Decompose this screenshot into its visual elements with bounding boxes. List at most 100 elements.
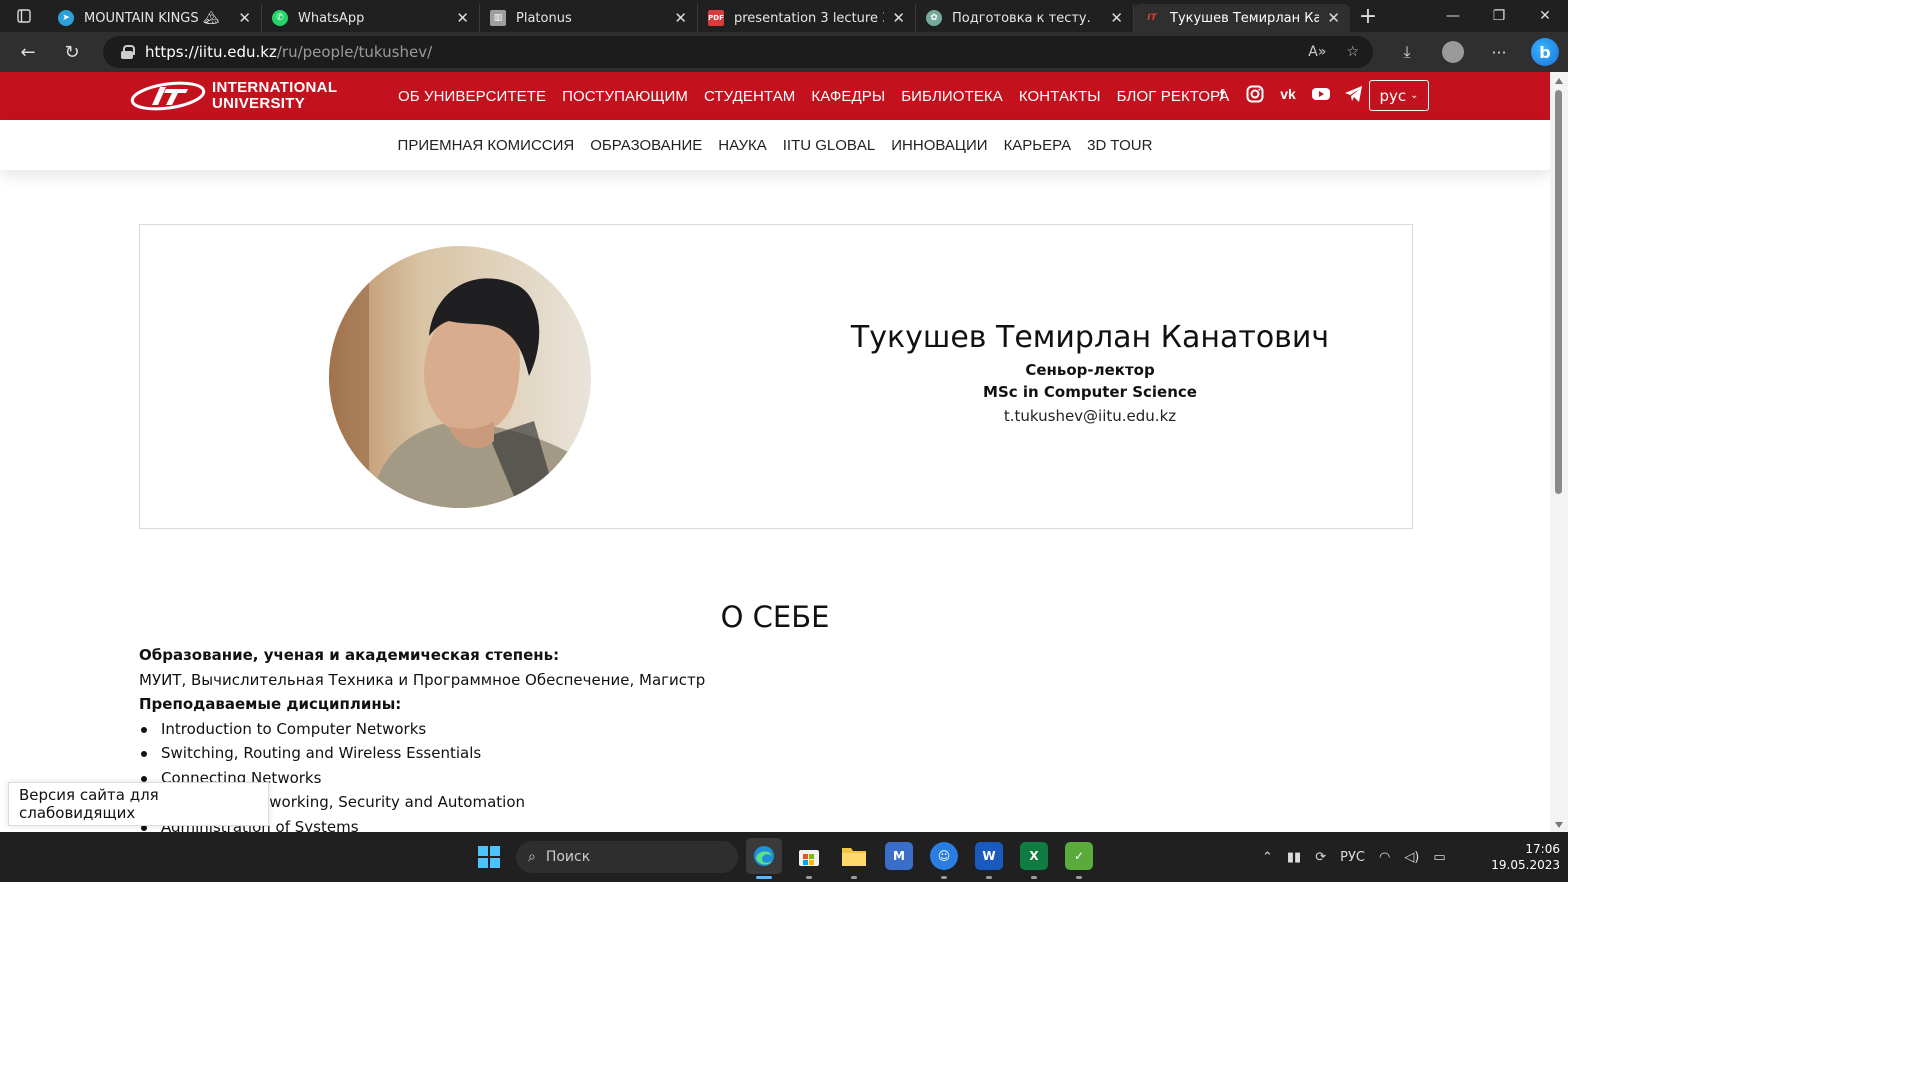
word-icon[interactable]: W	[975, 842, 1003, 870]
search-icon: ⌕	[528, 849, 536, 865]
tab-whatsapp[interactable]: ✆ WhatsApp ✕	[262, 4, 480, 32]
nav-about-university[interactable]: ОБ УНИВЕРСИТЕТЕ	[398, 88, 546, 105]
close-icon[interactable]: ✕	[892, 9, 905, 27]
tab-test-prep[interactable]: ✿ Подготовка к тесту. ✕	[916, 4, 1134, 32]
logo-line-2: UNIVERSITY	[212, 95, 306, 112]
subnav-admissions[interactable]: ПРИЕМНАЯ КОМИССИЯ	[398, 137, 575, 154]
education-value: МУИТ, Вычислительная Техника и Программн…	[139, 670, 706, 689]
visually-impaired-version-button[interactable]: Версия сайта для слабовидящих	[8, 782, 269, 826]
new-tab-button[interactable]: +	[1350, 4, 1386, 29]
youtube-icon[interactable]	[1311, 84, 1331, 104]
tab-title: MOUNTAIN KINGS 🏔	[84, 10, 220, 26]
tab-actions-button[interactable]	[0, 0, 48, 32]
main-nav: ОБ УНИВЕРСИТЕТЕ ПОСТУПАЮЩИМ СТУДЕНТАМ КА…	[398, 72, 1229, 120]
scrollbar-thumb[interactable]	[1555, 90, 1562, 494]
bing-icon: b	[1531, 38, 1559, 66]
add-favorite-icon[interactable]: ☆	[1346, 44, 1359, 60]
start-button[interactable]	[478, 846, 500, 868]
nav-library[interactable]: БИБЛИОТЕКА	[901, 88, 1003, 105]
site-header: INTERNATIONAL UNIVERSITY ОБ УНИВЕРСИТЕТЕ…	[0, 72, 1550, 120]
language-select[interactable]: рус ⌄	[1369, 80, 1429, 111]
page-scrollbar[interactable]	[1550, 72, 1568, 832]
more-icon: ···	[1491, 42, 1507, 62]
system-tray: ⌃ ▮▮ ⟳ РУС ◠ ◁) ▭	[1262, 832, 1446, 882]
tab-title: WhatsApp	[298, 10, 365, 26]
url-field[interactable]: https://iitu.edu.kz/ru/people/tukushev/ …	[103, 36, 1373, 68]
close-icon[interactable]: ✕	[456, 9, 469, 27]
iitu-logo-mark-icon	[130, 81, 206, 111]
site-logo[interactable]: INTERNATIONAL UNIVERSITY	[130, 79, 337, 113]
nav-departments[interactable]: КАФЕДРЫ	[811, 88, 885, 105]
tray-app-icon[interactable]: ▮▮	[1287, 850, 1301, 865]
vk-icon[interactable]: vk	[1278, 84, 1298, 104]
subnav-education[interactable]: ОБРАЗОВАНИЕ	[590, 137, 702, 154]
refresh-icon: ↻	[64, 41, 80, 63]
downloads-button[interactable]: ⤓	[1384, 42, 1430, 62]
tab-title: presentation 3 lecture 3 pac	[734, 10, 884, 26]
tasks-app-icon[interactable]: ✓	[1065, 842, 1093, 870]
clock[interactable]: 17:06 19.05.2023	[1480, 841, 1560, 873]
tab-tukushev-active[interactable]: IT Тукушев Темирлан Канато ✕	[1134, 4, 1350, 32]
person-email[interactable]: t.tukushev@iitu.edu.kz	[740, 407, 1440, 425]
bing-button[interactable]: b	[1522, 38, 1568, 66]
chat-app-icon[interactable]: ☺	[930, 842, 958, 870]
store-app-icon[interactable]	[795, 842, 823, 870]
person-position: Сеньор-лектор	[1025, 361, 1155, 379]
excel-icon[interactable]: X	[1020, 842, 1048, 870]
close-icon[interactable]: ✕	[1110, 9, 1123, 27]
sync-icon[interactable]: ⟳	[1315, 850, 1326, 865]
settings-menu-button[interactable]: ···	[1476, 43, 1522, 62]
file-explorer-icon[interactable]	[840, 842, 868, 870]
clock-date: 19.05.2023	[1491, 858, 1560, 872]
tab-title: Подготовка к тесту.	[952, 10, 1091, 26]
list-item: Connecting Networks	[139, 766, 1439, 791]
battery-icon[interactable]: ▭	[1433, 850, 1445, 865]
whatsapp-icon: ✆	[272, 10, 288, 26]
scroll-up-icon[interactable]	[1555, 78, 1563, 84]
toolbar-right: ⤓ ··· b	[1384, 32, 1568, 72]
social-links: f vk	[1212, 84, 1364, 104]
wifi-icon[interactable]: ◠	[1379, 850, 1390, 865]
avatar-icon	[1442, 41, 1464, 63]
instagram-icon[interactable]	[1245, 84, 1265, 104]
close-icon[interactable]: ✕	[238, 9, 251, 27]
tab-title: Тукушев Темирлан Канато	[1170, 10, 1320, 26]
minimize-button[interactable]: —	[1430, 0, 1476, 32]
telegram-icon[interactable]	[1344, 84, 1364, 104]
profile-button[interactable]	[1430, 41, 1476, 63]
edge-app-icon[interactable]	[746, 838, 782, 874]
nav-contacts[interactable]: КОНТАКТЫ	[1019, 88, 1101, 105]
restore-button[interactable]: ❐	[1476, 0, 1522, 32]
chevron-up-icon[interactable]: ⌃	[1262, 850, 1273, 865]
running-indicator	[806, 876, 812, 879]
nav-students[interactable]: СТУДЕНТАМ	[704, 88, 795, 105]
telegram-icon: ➤	[58, 10, 74, 26]
volume-icon[interactable]: ◁)	[1404, 850, 1419, 865]
tab-presentation-pdf[interactable]: PDF presentation 3 lecture 3 pac ✕	[698, 4, 916, 32]
subnav-science[interactable]: НАУКА	[718, 137, 766, 154]
running-indicator	[1076, 876, 1082, 879]
taskbar-search[interactable]: ⌕ Поиск	[516, 841, 738, 873]
read-aloud-icon[interactable]: A»	[1308, 44, 1326, 60]
tab-platonus[interactable]: ▥ Platonus ✕	[480, 4, 698, 32]
close-icon[interactable]: ✕	[674, 9, 687, 27]
running-indicator	[1031, 876, 1037, 879]
input-language[interactable]: РУС	[1340, 850, 1365, 865]
back-button[interactable]: ←	[6, 32, 50, 72]
subnav-3d-tour[interactable]: 3D TOUR	[1087, 137, 1152, 154]
window-controls: — ❐ ✕	[1430, 0, 1568, 32]
subnav-iitu-global[interactable]: IITU GLOBAL	[783, 137, 876, 154]
subnav-innovations[interactable]: ИННОВАЦИИ	[891, 137, 987, 154]
browser-window: ➤ MOUNTAIN KINGS 🏔 ✕ ✆ WhatsApp ✕ ▥ Plat…	[0, 0, 1568, 882]
lock-icon	[121, 45, 135, 59]
window-close-button[interactable]: ✕	[1522, 0, 1568, 32]
scroll-down-icon[interactable]	[1555, 822, 1563, 828]
profile-card: Тукушев Темирлан Канатович Сеньор-лектор…	[139, 224, 1413, 529]
refresh-button[interactable]: ↻	[50, 32, 94, 72]
nav-applicants[interactable]: ПОСТУПАЮЩИМ	[562, 88, 688, 105]
subnav-career[interactable]: КАРЬЕРА	[1004, 137, 1072, 154]
close-icon[interactable]: ✕	[1327, 9, 1340, 27]
tab-mountain-kings[interactable]: ➤ MOUNTAIN KINGS 🏔 ✕	[48, 4, 262, 32]
facebook-icon[interactable]: f	[1212, 84, 1232, 104]
notes-app-icon[interactable]: M	[885, 842, 913, 870]
